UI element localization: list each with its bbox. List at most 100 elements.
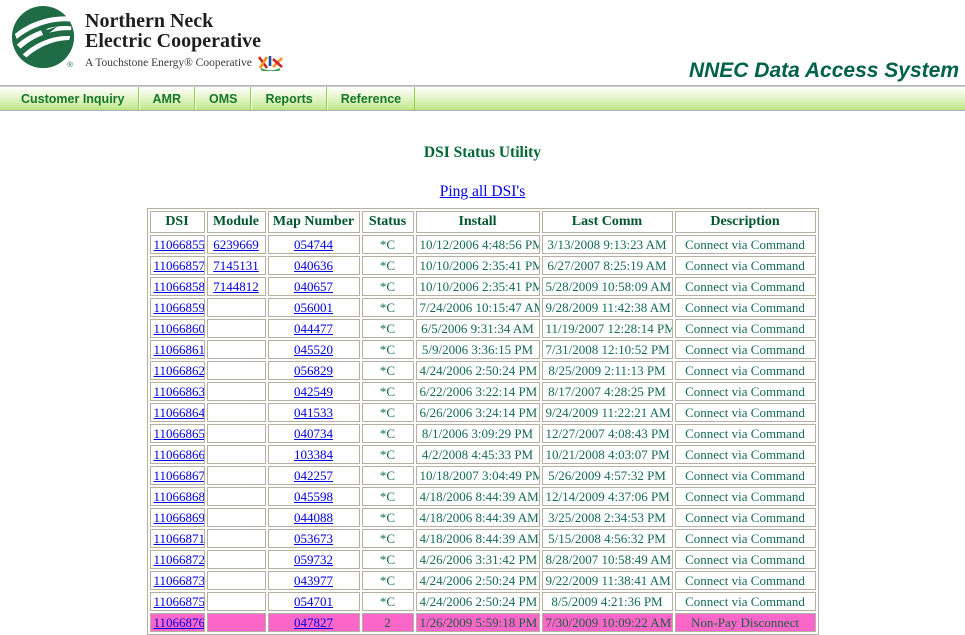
map-number-cell: 056001 xyxy=(268,298,360,317)
status-cell: *C xyxy=(362,592,414,611)
last-comm-cell: 9/24/2009 11:22:21 AM xyxy=(542,403,673,422)
main-content: DSI Status Utility Ping all DSI's DSIMod… xyxy=(0,144,965,635)
header-divider xyxy=(0,85,965,86)
dsi-link[interactable]: 11066857 xyxy=(154,258,205,273)
dsi-cell: 11066869 xyxy=(150,508,205,527)
status-cell: *C xyxy=(362,550,414,569)
map-number-cell: 043977 xyxy=(268,571,360,590)
module-link[interactable]: 7144812 xyxy=(213,279,259,294)
last-comm-cell: 9/28/2009 11:42:38 AM xyxy=(542,298,673,317)
dsi-cell: 11066876 xyxy=(150,613,205,632)
dsi-link[interactable]: 11066865 xyxy=(154,426,205,441)
description-cell: Connect via Command xyxy=(675,529,816,548)
install-cell: 1/26/2009 5:59:18 PM xyxy=(416,613,540,632)
description-cell: Connect via Command xyxy=(675,298,816,317)
dsi-link[interactable]: 11066871 xyxy=(154,531,205,546)
map-number-cell: 042257 xyxy=(268,466,360,485)
dsi-link[interactable]: 11066860 xyxy=(154,321,205,336)
dsi-link[interactable]: 11066872 xyxy=(154,552,205,567)
description-cell: Connect via Command xyxy=(675,445,816,464)
dsi-link[interactable]: 11066869 xyxy=(154,510,205,525)
dsi-cell: 11066872 xyxy=(150,550,205,569)
dsi-cell: 11066861 xyxy=(150,340,205,359)
description-cell: Connect via Command xyxy=(675,256,816,275)
map-number-link[interactable]: 043977 xyxy=(294,573,333,588)
touchstone-tagline: A Touchstone Energy® Cooperative xyxy=(85,57,252,69)
dsi-cell: 11066862 xyxy=(150,361,205,380)
map-number-link[interactable]: 103384 xyxy=(294,447,333,462)
nav-tab-oms[interactable]: OMS xyxy=(195,87,251,110)
map-number-link[interactable]: 040734 xyxy=(294,426,333,441)
module-cell xyxy=(207,466,266,485)
column-header-dsi: DSI xyxy=(150,211,205,233)
map-number-cell: 045598 xyxy=(268,487,360,506)
table-row: 11066864041533*C6/26/2006 3:24:14 PM9/24… xyxy=(150,403,816,422)
map-number-cell: 040734 xyxy=(268,424,360,443)
description-cell: Connect via Command xyxy=(675,340,816,359)
install-cell: 4/18/2006 8:44:39 AM xyxy=(416,508,540,527)
dsi-status-table: DSIModuleMap NumberStatusInstallLast Com… xyxy=(147,208,819,635)
map-number-link[interactable]: 041533 xyxy=(294,405,333,420)
map-number-link[interactable]: 047827 xyxy=(294,615,333,630)
status-cell: *C xyxy=(362,466,414,485)
map-number-link[interactable]: 044088 xyxy=(294,510,333,525)
nav-tab-reports[interactable]: Reports xyxy=(251,87,326,110)
dsi-link[interactable]: 11066862 xyxy=(154,363,205,378)
dsi-link[interactable]: 11066868 xyxy=(154,489,205,504)
nav-tab-reference[interactable]: Reference xyxy=(327,87,415,110)
dsi-link[interactable]: 11066855 xyxy=(154,237,205,252)
dsi-link[interactable]: 11066867 xyxy=(154,468,205,483)
module-cell xyxy=(207,319,266,338)
map-number-link[interactable]: 042549 xyxy=(294,384,333,399)
dsi-link[interactable]: 11066861 xyxy=(154,342,205,357)
column-header-status: Status xyxy=(362,211,414,233)
dsi-link[interactable]: 11066873 xyxy=(154,573,205,588)
install-cell: 6/5/2006 9:31:34 AM xyxy=(416,319,540,338)
description-cell: Connect via Command xyxy=(675,235,816,254)
dsi-link[interactable]: 11066859 xyxy=(154,300,205,315)
table-row: 11066875054701*C4/24/2006 2:50:24 PM8/5/… xyxy=(150,592,816,611)
status-cell: *C xyxy=(362,256,414,275)
dsi-link[interactable]: 11066875 xyxy=(154,594,205,609)
map-number-cell: 041533 xyxy=(268,403,360,422)
module-cell xyxy=(207,487,266,506)
module-link[interactable]: 7145131 xyxy=(213,258,259,273)
module-cell xyxy=(207,361,266,380)
status-cell: *C xyxy=(362,508,414,527)
last-comm-cell: 5/26/2009 4:57:32 PM xyxy=(542,466,673,485)
dsi-cell: 11066868 xyxy=(150,487,205,506)
map-number-link[interactable]: 059732 xyxy=(294,552,333,567)
map-number-link[interactable]: 045520 xyxy=(294,342,333,357)
map-number-cell: 054701 xyxy=(268,592,360,611)
dsi-link[interactable]: 11066858 xyxy=(154,279,205,294)
ping-all-dsis-link[interactable]: Ping all DSI's xyxy=(440,183,525,201)
dsi-link[interactable]: 11066864 xyxy=(154,405,205,420)
map-number-link[interactable]: 040657 xyxy=(294,279,333,294)
dsi-link[interactable]: 11066863 xyxy=(154,384,205,399)
nav-tab-amr[interactable]: AMR xyxy=(139,87,195,110)
module-cell xyxy=(207,529,266,548)
map-number-link[interactable]: 040636 xyxy=(294,258,333,273)
map-number-link[interactable]: 042257 xyxy=(294,468,333,483)
map-number-link[interactable]: 054701 xyxy=(294,594,333,609)
install-cell: 4/18/2006 8:44:39 AM xyxy=(416,529,540,548)
map-number-link[interactable]: 044477 xyxy=(294,321,333,336)
map-number-link[interactable]: 056001 xyxy=(294,300,333,315)
last-comm-cell: 11/19/2007 12:28:14 PM xyxy=(542,319,673,338)
module-link[interactable]: 6239669 xyxy=(213,237,259,252)
module-cell xyxy=(207,424,266,443)
dsi-link[interactable]: 11066866 xyxy=(154,447,205,462)
description-cell: Connect via Command xyxy=(675,319,816,338)
map-number-link[interactable]: 053673 xyxy=(294,531,333,546)
table-row: 110668587144812040657*C10/10/2006 2:35:4… xyxy=(150,277,816,296)
map-number-cell: 103384 xyxy=(268,445,360,464)
map-number-link[interactable]: 054744 xyxy=(294,237,333,252)
dsi-link[interactable]: 11066876 xyxy=(154,615,205,630)
map-number-link[interactable]: 045598 xyxy=(294,489,333,504)
module-cell xyxy=(207,613,266,632)
map-number-cell: 047827 xyxy=(268,613,360,632)
status-cell: 2 xyxy=(362,613,414,632)
map-number-link[interactable]: 056829 xyxy=(294,363,333,378)
nav-tab-customer-inquiry[interactable]: Customer Inquiry xyxy=(8,87,139,110)
status-cell: *C xyxy=(362,571,414,590)
